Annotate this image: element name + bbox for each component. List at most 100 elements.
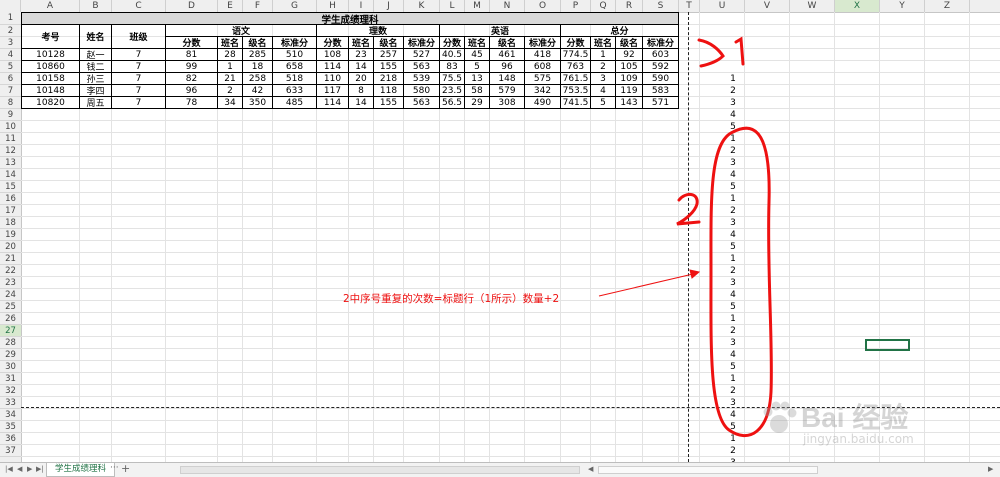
row-header-34[interactable]: 34 [0,409,21,421]
table-cell[interactable]: 490 [525,97,561,109]
t-column-cell[interactable]: 4 [722,349,744,361]
header-sub[interactable]: 标准分 [525,37,561,49]
t-column-cell[interactable]: 5 [722,181,744,193]
column-header-s[interactable]: S [643,0,679,12]
row-header-32[interactable]: 32 [0,385,21,397]
row-header-20[interactable]: 20 [0,241,21,253]
table-cell[interactable]: 83 [440,61,465,73]
header-group[interactable]: 英语 [440,25,561,37]
t-column-cell[interactable]: 4 [722,409,744,421]
table-cell[interactable]: 461 [490,49,525,61]
table-cell[interactable]: 23 [349,49,374,61]
row-header-33[interactable]: 33 [0,397,21,409]
table-cell[interactable]: 56.5 [440,97,465,109]
table-cell[interactable]: 118 [374,85,404,97]
table-cell[interactable]: 34 [218,97,243,109]
t-column-cell[interactable]: 5 [722,301,744,313]
table-cell[interactable]: 592 [643,61,679,73]
t-column-cell[interactable]: 5 [722,361,744,373]
header-sub[interactable]: 标准分 [643,37,679,49]
table-cell[interactable]: 155 [374,61,404,73]
row-header-15[interactable]: 15 [0,181,21,193]
table-cell[interactable]: 14 [349,61,374,73]
column-header-q[interactable]: Q [591,0,616,12]
t-column-cell[interactable]: 2 [722,385,744,397]
column-header-n[interactable]: N [490,0,525,12]
scroll-right-icon[interactable]: ▶ [988,465,993,473]
row-header-6[interactable]: 6 [0,73,21,85]
table-cell[interactable]: 92 [616,49,643,61]
header-group[interactable]: 总分 [561,25,679,37]
table-cell[interactable]: 10158 [21,73,80,85]
column-header-z[interactable]: Z [925,0,970,12]
table-cell[interactable]: 3 [591,73,616,85]
table-cell[interactable]: 8 [349,85,374,97]
header-sub[interactable]: 班名 [218,37,243,49]
table-cell[interactable]: 763 [561,61,591,73]
table-cell[interactable]: 10148 [21,85,80,97]
table-cell[interactable]: 7 [112,85,166,97]
table-cell[interactable]: 510 [273,49,317,61]
table-cell[interactable]: 658 [273,61,317,73]
column-header-v[interactable]: V [745,0,790,12]
t-column-cell[interactable]: 3 [722,277,744,289]
header-sub[interactable]: 级名 [490,37,525,49]
header-sub[interactable]: 班名 [591,37,616,49]
column-header-f[interactable]: F [243,0,273,12]
table-cell[interactable]: 580 [404,85,440,97]
t-column-cell[interactable]: 2 [722,325,744,337]
row-header-13[interactable]: 13 [0,157,21,169]
row-header-18[interactable]: 18 [0,217,21,229]
table-cell[interactable]: 21 [218,73,243,85]
table-cell[interactable]: 571 [643,97,679,109]
column-header-o[interactable]: O [525,0,561,12]
table-cell[interactable]: 96 [490,61,525,73]
row-header-21[interactable]: 21 [0,253,21,265]
table-cell[interactable]: 563 [404,97,440,109]
table-cell[interactable]: 539 [404,73,440,85]
column-header-j[interactable]: J [374,0,404,12]
table-cell[interactable]: 518 [273,73,317,85]
row-header-37[interactable]: 37 [0,445,21,457]
table-cell[interactable]: 590 [643,73,679,85]
row-header-3[interactable]: 3 [0,37,21,49]
table-cell[interactable]: 148 [490,73,525,85]
row-header-4[interactable]: 4 [0,49,21,61]
row-header-8[interactable]: 8 [0,97,21,109]
table-cell[interactable]: 342 [525,85,561,97]
table-cell[interactable]: 579 [490,85,525,97]
t-column-cell[interactable]: 5 [722,241,744,253]
t-column-cell[interactable]: 4 [722,169,744,181]
table-cell[interactable]: 109 [616,73,643,85]
table-cell[interactable]: 20 [349,73,374,85]
column-header-m[interactable]: M [465,0,490,12]
row-header-11[interactable]: 11 [0,133,21,145]
header-sub[interactable]: 分数 [440,37,465,49]
t-column-cell[interactable]: 1 [722,73,744,85]
column-header-a[interactable]: A [21,0,80,12]
row-header-23[interactable]: 23 [0,277,21,289]
table-cell[interactable]: 周五 [80,97,112,109]
header-name[interactable]: 姓名 [80,25,112,49]
table-cell[interactable]: 117 [317,85,349,97]
row-header-9[interactable]: 9 [0,109,21,121]
table-cell[interactable]: 10860 [21,61,80,73]
row-header-25[interactable]: 25 [0,301,21,313]
header-group[interactable]: 理数 [317,25,440,37]
header-sub[interactable]: 班名 [465,37,490,49]
t-column-cell[interactable]: 3 [722,157,744,169]
horizontal-scrollbar-thumb[interactable] [598,466,818,474]
table-cell[interactable]: 108 [317,49,349,61]
table-cell[interactable]: 257 [374,49,404,61]
t-column-cell[interactable]: 2 [722,145,744,157]
table-cell[interactable]: 761.5 [561,73,591,85]
header-sub[interactable]: 分数 [561,37,591,49]
table-cell[interactable]: 575 [525,73,561,85]
table-cell[interactable]: 10128 [21,49,80,61]
select-all-corner[interactable] [0,0,21,12]
header-class[interactable]: 班级 [112,25,166,49]
table-cell[interactable]: 527 [404,49,440,61]
t-column-cell[interactable]: 3 [722,97,744,109]
column-header-w[interactable]: W [790,0,835,12]
table-cell[interactable]: 119 [616,85,643,97]
